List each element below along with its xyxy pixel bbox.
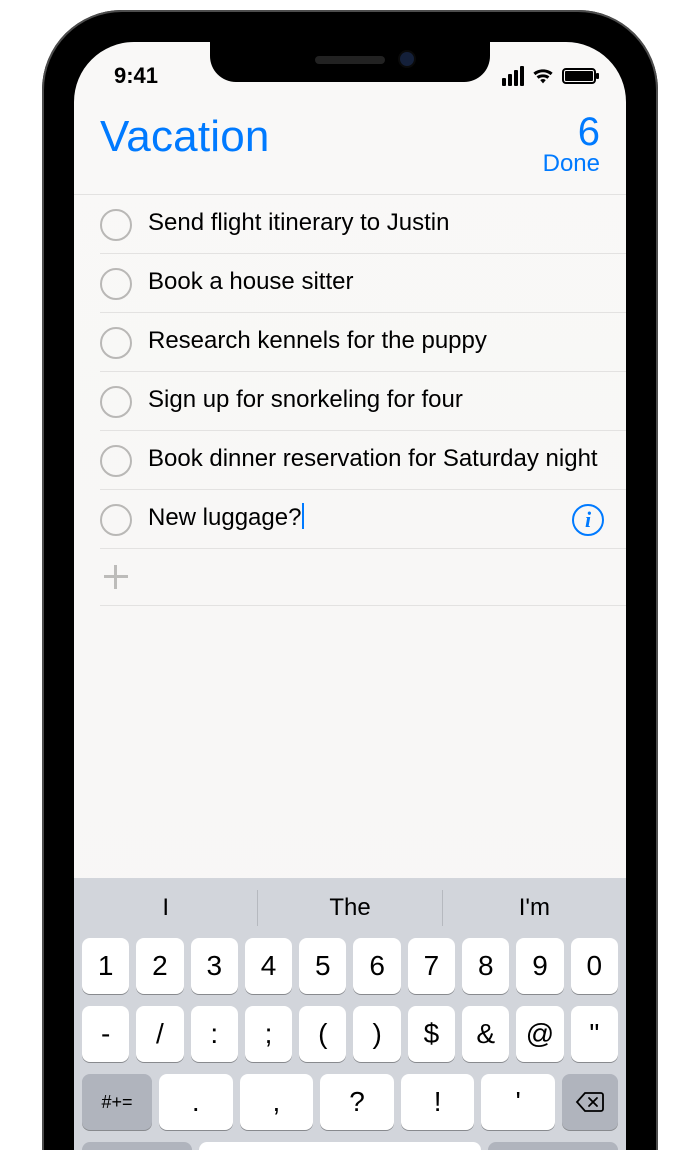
complete-toggle[interactable] — [100, 386, 132, 418]
key-7[interactable]: 7 — [408, 938, 455, 994]
complete-toggle[interactable] — [100, 327, 132, 359]
plus-icon — [100, 561, 132, 593]
battery-icon — [562, 68, 596, 84]
info-icon[interactable]: i — [572, 504, 604, 536]
complete-toggle[interactable] — [100, 268, 132, 300]
key-slash[interactable]: / — [136, 1006, 183, 1062]
key-abc[interactable]: ABC — [82, 1142, 192, 1150]
speaker-grille — [315, 56, 385, 64]
key-amp[interactable]: & — [462, 1006, 509, 1062]
reminder-text[interactable]: Book a house sitter — [148, 266, 604, 297]
suggestion[interactable]: The — [258, 878, 441, 938]
reminder-row[interactable]: Sign up for snorkeling for four — [74, 372, 626, 430]
key-2[interactable]: 2 — [136, 938, 183, 994]
key-5[interactable]: 5 — [299, 938, 346, 994]
complete-toggle[interactable] — [100, 504, 132, 536]
key-dollar[interactable]: $ — [408, 1006, 455, 1062]
keyboard: I The I'm 1 2 3 4 5 6 7 8 — [74, 878, 626, 1150]
reminder-row[interactable]: Send flight itinerary to Justin — [74, 195, 626, 253]
add-reminder-row[interactable] — [74, 549, 626, 605]
key-comma[interactable]: , — [240, 1074, 314, 1130]
suggestion[interactable]: I — [74, 878, 257, 938]
suggestion[interactable]: I'm — [443, 878, 626, 938]
reminder-text[interactable]: Sign up for snorkeling for four — [148, 384, 604, 415]
key-backspace[interactable] — [562, 1074, 618, 1130]
reminders-list: Send flight itinerary to Justin Book a h… — [74, 194, 626, 606]
backspace-icon — [575, 1091, 605, 1113]
front-camera — [400, 52, 414, 66]
reminder-text-editing[interactable]: New luggage? — [148, 502, 556, 533]
text-cursor — [302, 503, 304, 529]
notch — [210, 42, 490, 82]
key-rparen[interactable]: ) — [353, 1006, 400, 1062]
key-semicolon[interactable]: ; — [245, 1006, 292, 1062]
list-header: Vacation 6 Done — [74, 102, 626, 178]
reminder-row[interactable]: New luggage? i — [74, 490, 626, 548]
key-space[interactable]: space — [199, 1142, 481, 1150]
key-colon[interactable]: : — [191, 1006, 238, 1062]
key-apostrophe[interactable]: ' — [481, 1074, 555, 1130]
key-0[interactable]: 0 — [571, 938, 618, 994]
complete-toggle[interactable] — [100, 445, 132, 477]
key-quote[interactable]: " — [571, 1006, 618, 1062]
key-at[interactable]: @ — [516, 1006, 563, 1062]
key-1[interactable]: 1 — [82, 938, 129, 994]
complete-toggle[interactable] — [100, 209, 132, 241]
key-question[interactable]: ? — [320, 1074, 394, 1130]
key-6[interactable]: 6 — [353, 938, 400, 994]
item-count: 6 — [543, 112, 600, 152]
status-time: 9:41 — [114, 63, 158, 89]
reminder-text[interactable]: Research kennels for the puppy — [148, 325, 604, 356]
key-9[interactable]: 9 — [516, 938, 563, 994]
key-dash[interactable]: - — [82, 1006, 129, 1062]
done-button[interactable]: Done — [543, 150, 600, 178]
key-exclaim[interactable]: ! — [401, 1074, 475, 1130]
cellular-signal-icon — [502, 66, 524, 86]
key-return[interactable]: return — [488, 1142, 618, 1150]
key-symbol-shift[interactable]: #+= — [82, 1074, 152, 1130]
reminder-row[interactable]: Book dinner reservation for Saturday nig… — [74, 431, 626, 489]
key-lparen[interactable]: ( — [299, 1006, 346, 1062]
key-4[interactable]: 4 — [245, 938, 292, 994]
list-title: Vacation — [100, 112, 270, 162]
divider — [100, 605, 626, 606]
reminder-text[interactable]: Book dinner reservation for Saturday nig… — [148, 443, 604, 474]
reminder-row[interactable]: Book a house sitter — [74, 254, 626, 312]
key-8[interactable]: 8 — [462, 938, 509, 994]
wifi-icon — [532, 67, 554, 85]
reminder-row[interactable]: Research kennels for the puppy — [74, 313, 626, 371]
reminder-text[interactable]: Send flight itinerary to Justin — [148, 207, 604, 238]
key-period[interactable]: . — [159, 1074, 233, 1130]
device-frame: 9:41 Vacation 6 D — [42, 10, 658, 1150]
key-3[interactable]: 3 — [191, 938, 238, 994]
screen: 9:41 Vacation 6 D — [74, 42, 626, 1150]
predictive-bar: I The I'm — [74, 878, 626, 938]
